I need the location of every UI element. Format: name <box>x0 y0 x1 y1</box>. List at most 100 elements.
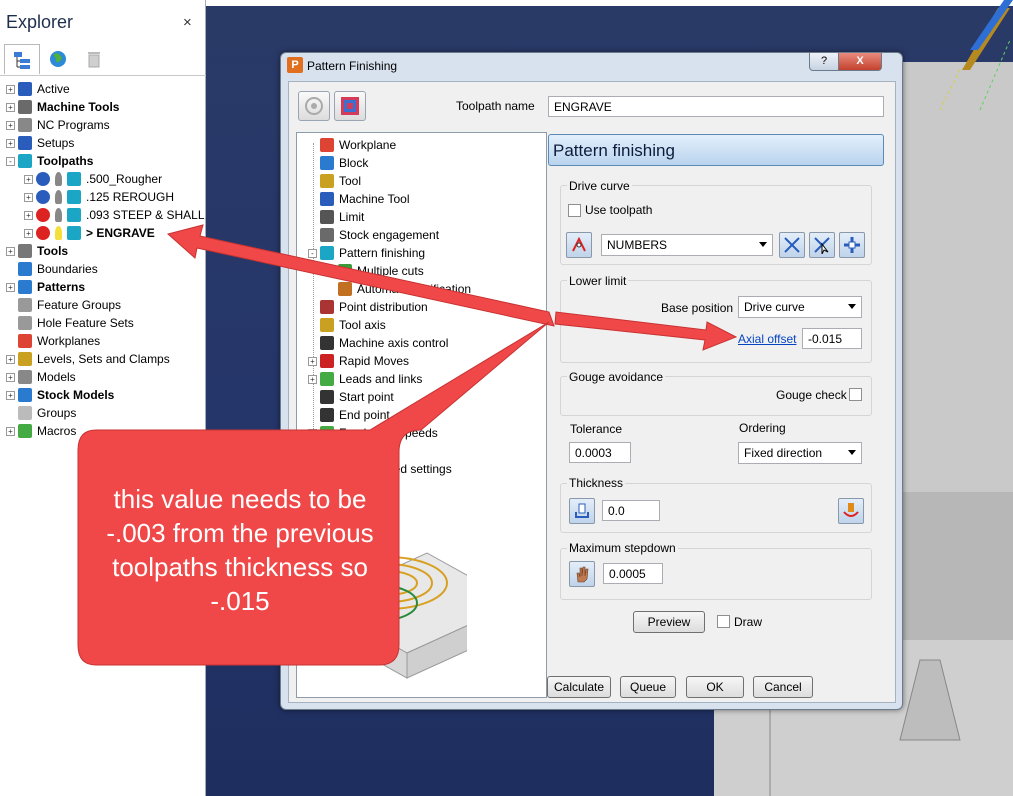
tree-item[interactable]: + .093 STEEP & SHALL <box>24 206 205 224</box>
expand-icon[interactable]: + <box>308 428 317 438</box>
tree-item-label: .500_Rougher <box>86 172 163 186</box>
tree-item[interactable]: Hole Feature Sets <box>6 314 134 332</box>
ok-button[interactable]: OK <box>686 676 744 698</box>
expand-icon[interactable]: + <box>24 228 33 238</box>
tree-item[interactable]: + Models <box>6 368 76 386</box>
settings-tree-item[interactable]: Machine Tool <box>308 190 410 208</box>
tree-item[interactable]: + Active <box>6 80 70 98</box>
tolerance-input[interactable]: 0.0003 <box>569 442 631 463</box>
ordering-select[interactable]: Fixed direction <box>738 442 862 464</box>
axial-offset-link[interactable]: Axial offset <box>738 332 796 346</box>
tree-item[interactable]: + .125 REROUGH <box>24 188 174 206</box>
tree-tab-icon[interactable] <box>4 44 40 74</box>
expand-icon[interactable]: + <box>6 372 15 382</box>
calculate-button[interactable]: Calculate <box>547 676 611 698</box>
expand-icon[interactable]: + <box>6 84 15 94</box>
expand-icon[interactable]: + <box>308 356 317 366</box>
use-toolpath-checkbox[interactable] <box>568 204 581 217</box>
settings-tree-item[interactable]: Machine axis control <box>308 334 448 352</box>
curve-select-icon[interactable] <box>809 232 835 258</box>
tree-item[interactable]: + Tools <box>6 242 68 260</box>
gouge-check-checkbox[interactable] <box>849 388 862 401</box>
tree-item[interactable]: + Levels, Sets and Clamps <box>6 350 170 368</box>
pattern-preview-icon[interactable] <box>334 91 366 121</box>
expand-icon[interactable]: + <box>24 210 33 220</box>
tree-item[interactable]: Boundaries <box>6 260 98 278</box>
trash-icon[interactable] <box>76 44 112 74</box>
cancel-button[interactable]: Cancel <box>753 676 813 698</box>
preview-button[interactable]: Preview <box>633 611 705 633</box>
close-icon[interactable]: × <box>183 14 192 31</box>
tree-item[interactable]: + > ENGRAVE <box>24 224 155 242</box>
tree-item[interactable]: + Setups <box>6 134 74 152</box>
axial-offset-input[interactable]: -0.015 <box>802 328 862 349</box>
expand-icon[interactable]: + <box>6 138 15 148</box>
end-point-icon <box>320 408 334 422</box>
settings-tree-item[interactable]: Tool <box>308 172 361 190</box>
lightbulb-icon[interactable] <box>55 208 62 222</box>
tree-item[interactable]: + Macros <box>6 422 76 440</box>
thickness-input[interactable]: 0.0 <box>602 500 660 521</box>
expand-icon[interactable]: + <box>6 102 15 112</box>
settings-tree-item[interactable]: Workplane <box>308 136 396 154</box>
max-stepdown-input[interactable]: 0.0005 <box>603 563 663 584</box>
tree-item[interactable]: + NC Programs <box>6 116 110 134</box>
close-button[interactable]: X <box>838 53 882 71</box>
component-thickness-icon[interactable] <box>838 498 864 524</box>
settings-tree-item[interactable]: Point distribution <box>308 298 428 316</box>
select-curve-icon[interactable] <box>566 232 592 258</box>
queue-button[interactable]: Queue <box>620 676 676 698</box>
expand-icon[interactable]: + <box>6 390 15 400</box>
lightbulb-icon[interactable] <box>55 190 62 204</box>
toolpath-name-input[interactable]: ENGRAVE <box>548 96 884 117</box>
expand-icon[interactable]: + <box>6 120 15 130</box>
settings-tree-item[interactable]: Stock engagement <box>308 226 439 244</box>
collapse-icon[interactable]: - <box>308 248 317 258</box>
collapse-icon[interactable]: - <box>6 156 15 166</box>
globe-icon[interactable] <box>40 44 76 74</box>
draw-checkbox[interactable] <box>717 615 730 628</box>
settings-tree-item[interactable]: Start point <box>308 388 394 406</box>
expand-icon[interactable]: + <box>6 246 15 256</box>
expand-icon[interactable]: + <box>6 354 15 364</box>
tree-item[interactable]: + .500_Rougher <box>24 170 162 188</box>
strategy-icon[interactable] <box>298 91 330 121</box>
tree-item[interactable]: Workplanes <box>6 332 100 350</box>
tree-item[interactable]: - Toolpaths <box>6 152 93 170</box>
settings-tree-item[interactable]: + Rapid Moves <box>308 352 409 370</box>
warning-icon <box>36 208 50 222</box>
lightbulb-icon[interactable] <box>55 226 62 240</box>
settings-tree-item[interactable]: User defined settings <box>308 460 452 478</box>
tree-item[interactable]: Groups <box>6 404 76 422</box>
settings-tree-item[interactable]: Notes <box>308 442 370 460</box>
settings-tree-item[interactable]: Block <box>308 154 368 172</box>
settings-tree-item[interactable]: Tool axis <box>308 316 386 334</box>
settings-tree-item[interactable]: + Feeds and speeds <box>308 424 438 442</box>
tree-item[interactable]: + Stock Models <box>6 386 114 404</box>
expand-icon[interactable]: + <box>6 426 15 436</box>
settings-tree-item[interactable]: Automatic verification <box>326 280 471 298</box>
add-curve-icon[interactable] <box>839 232 865 258</box>
tree-item[interactable]: Feature Groups <box>6 296 121 314</box>
settings-tree-item[interactable]: End point <box>308 406 390 424</box>
thickness-tool-icon[interactable] <box>569 498 595 524</box>
settings-tree-item[interactable]: + Leads and links <box>308 370 422 388</box>
settings-tree-item[interactable]: Multiple cuts <box>326 262 424 280</box>
settings-tree-item[interactable]: Limit <box>308 208 364 226</box>
tree-item[interactable]: + Machine Tools <box>6 98 119 116</box>
ordering-label: Ordering <box>739 421 786 435</box>
tree-item-label: Boundaries <box>37 262 98 276</box>
explorer-tabs <box>0 42 206 76</box>
tree-item[interactable]: + Patterns <box>6 278 85 296</box>
stepdown-hand-icon[interactable] <box>569 561 595 587</box>
expand-icon[interactable]: + <box>24 192 33 202</box>
expand-icon[interactable]: + <box>308 374 317 384</box>
lightbulb-icon[interactable] <box>55 172 62 186</box>
base-position-select[interactable]: Drive curve <box>738 296 862 318</box>
curve-editor-icon[interactable] <box>779 232 805 258</box>
expand-icon[interactable]: + <box>24 174 33 184</box>
expand-icon[interactable]: + <box>6 282 15 292</box>
settings-tree-item[interactable]: - Pattern finishing <box>308 244 425 262</box>
help-button[interactable]: ? <box>809 53 839 71</box>
drive-curve-select[interactable]: NUMBERS <box>601 234 773 256</box>
